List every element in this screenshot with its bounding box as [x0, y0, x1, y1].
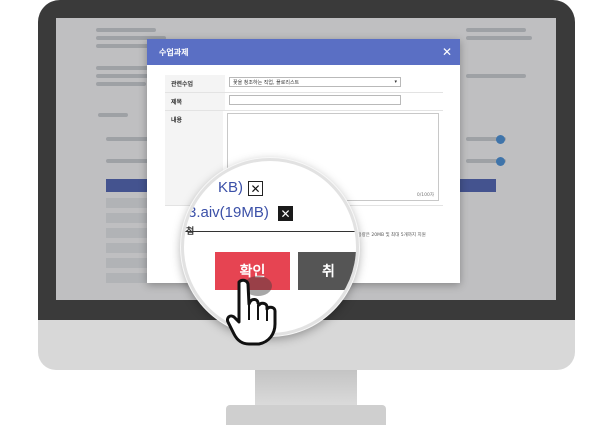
close-box-icon[interactable]: ✕ — [278, 206, 293, 221]
class-label: 관련수업 — [165, 75, 225, 92]
divider — [184, 231, 356, 232]
modal-title: 수업과제 — [159, 47, 189, 57]
class-field: 꽃을 청조하는 직업, 플로리스트 ▾ — [225, 75, 443, 92]
subject-field — [225, 93, 443, 110]
class-select[interactable]: 꽃을 청조하는 직업, 플로리스트 ▾ — [229, 77, 401, 87]
form-row-subject: 제목 — [165, 93, 443, 111]
illustration: 수업과제 ✕ 관련수업 꽃을 청조하는 직업, 플로리스트 ▾ 제목 내용 0/… — [0, 0, 612, 425]
close-icon[interactable]: ✕ — [442, 46, 452, 58]
monitor-stand-base — [226, 405, 386, 425]
subject-label: 제목 — [165, 93, 225, 110]
dropdown-arrow-icon: ▾ — [394, 79, 397, 85]
modal-header: 수업과제 ✕ — [147, 39, 460, 65]
char-count: 0/100자 — [416, 193, 434, 198]
monitor-stand-neck — [255, 370, 357, 408]
pointing-hand-icon — [226, 278, 277, 346]
form-row-class: 관련수업 꽃을 청조하는 직업, 플로리스트 ▾ — [165, 75, 443, 93]
close-box-icon[interactable]: ✕ — [248, 181, 263, 196]
attached-file-name: KB) — [218, 179, 244, 196]
cancel-button[interactable]: 취 — [298, 252, 356, 290]
attached-file-name: 3.aiv(19MB) — [188, 204, 269, 221]
subject-input[interactable] — [229, 95, 401, 105]
class-select-value: 꽃을 청조하는 직업, 플로리스트 — [233, 79, 300, 86]
